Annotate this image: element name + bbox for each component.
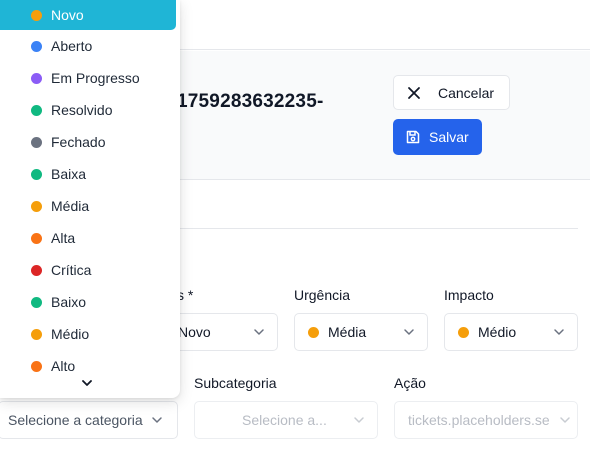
urgency-select-value: Média bbox=[328, 324, 367, 340]
save-button[interactable]: Salvar bbox=[393, 119, 482, 155]
dropdown-option[interactable]: Baixa bbox=[0, 159, 176, 189]
dropdown-option[interactable]: Média bbox=[0, 191, 176, 221]
option-label: Fechado bbox=[51, 134, 106, 150]
dropdown-option[interactable]: Aberto bbox=[0, 31, 176, 61]
chevron-down-icon bbox=[152, 417, 162, 423]
action-field-label: Ação bbox=[394, 375, 426, 391]
dropdown-option[interactable]: Resolvido bbox=[0, 95, 176, 125]
option-label: Novo bbox=[51, 7, 84, 23]
status-dot bbox=[31, 328, 42, 340]
option-label: Média bbox=[51, 198, 90, 214]
urgency-color-dot bbox=[308, 326, 319, 338]
urgency-field-label: Urgência bbox=[294, 287, 351, 303]
category-select[interactable]: Selecione a categoria bbox=[0, 401, 178, 439]
status-dot bbox=[31, 104, 42, 116]
impact-select-value: Médio bbox=[478, 324, 517, 340]
chevron-down-icon bbox=[560, 417, 570, 423]
cancel-button-label: Cancelar bbox=[438, 84, 495, 101]
cancel-button[interactable]: Cancelar bbox=[393, 75, 510, 110]
status-dot bbox=[31, 296, 42, 308]
status-dot bbox=[31, 168, 42, 180]
option-label: Baixa bbox=[51, 166, 87, 182]
status-dot bbox=[31, 72, 42, 84]
ticket-id-title: 1759283632235- bbox=[177, 91, 324, 112]
status-select-value: Novo bbox=[178, 324, 211, 340]
dropdown-option[interactable]: Alta bbox=[0, 223, 176, 253]
status-dot bbox=[31, 136, 42, 148]
dropdown-option[interactable]: Em Progresso bbox=[0, 63, 176, 93]
chevron-down-icon bbox=[554, 329, 564, 335]
close-icon bbox=[408, 86, 420, 99]
dropdown-option[interactable]: Fechado bbox=[0, 127, 176, 157]
dropdown-option[interactable]: Novo bbox=[0, 0, 176, 30]
impact-field-label: Impacto bbox=[444, 287, 494, 303]
action-select-placeholder: tickets.placeholders.se bbox=[408, 412, 550, 428]
subcategory-select[interactable]: Selecione a... bbox=[194, 401, 378, 439]
option-label: Crítica bbox=[51, 262, 92, 278]
subcategory-select-placeholder: Selecione a... bbox=[242, 412, 327, 428]
status-dot bbox=[31, 232, 42, 244]
option-label: Alto bbox=[51, 358, 76, 374]
option-label: Aberto bbox=[51, 38, 93, 54]
status-dot bbox=[31, 360, 42, 372]
impact-select[interactable]: Médio bbox=[444, 313, 578, 351]
option-label: Médio bbox=[51, 326, 90, 342]
option-label: Em Progresso bbox=[51, 70, 140, 86]
category-select-placeholder: Selecione a categoria bbox=[8, 412, 143, 428]
status-dot bbox=[31, 9, 42, 21]
subcategory-field-label: Subcategoria bbox=[194, 375, 277, 391]
dropdown-option[interactable]: Crítica bbox=[0, 255, 176, 285]
urgency-select[interactable]: Média bbox=[294, 313, 428, 351]
dropdown-option[interactable]: Médio bbox=[0, 319, 176, 349]
dropdown-option[interactable]: Baixo bbox=[0, 287, 176, 317]
status-dot bbox=[31, 40, 42, 52]
status-select[interactable]: Novo bbox=[164, 313, 278, 351]
status-dot bbox=[31, 264, 42, 276]
option-label: Alta bbox=[51, 230, 76, 246]
status-dot bbox=[31, 200, 42, 212]
section-divider bbox=[180, 228, 578, 229]
action-select[interactable]: tickets.placeholders.se bbox=[394, 401, 578, 439]
option-label: Baixo bbox=[51, 294, 87, 310]
chevron-down-icon[interactable] bbox=[80, 376, 94, 390]
status-dropdown-menu: Novo Aberto Em Progresso Resolvido Fecha… bbox=[0, 0, 180, 398]
chevron-down-icon bbox=[404, 329, 414, 335]
save-button-label: Salvar bbox=[429, 129, 469, 145]
chevron-down-icon bbox=[254, 329, 264, 335]
impact-color-dot bbox=[458, 326, 469, 338]
chevron-down-icon bbox=[354, 417, 364, 423]
save-icon bbox=[406, 130, 420, 144]
option-label: Resolvido bbox=[51, 102, 113, 118]
